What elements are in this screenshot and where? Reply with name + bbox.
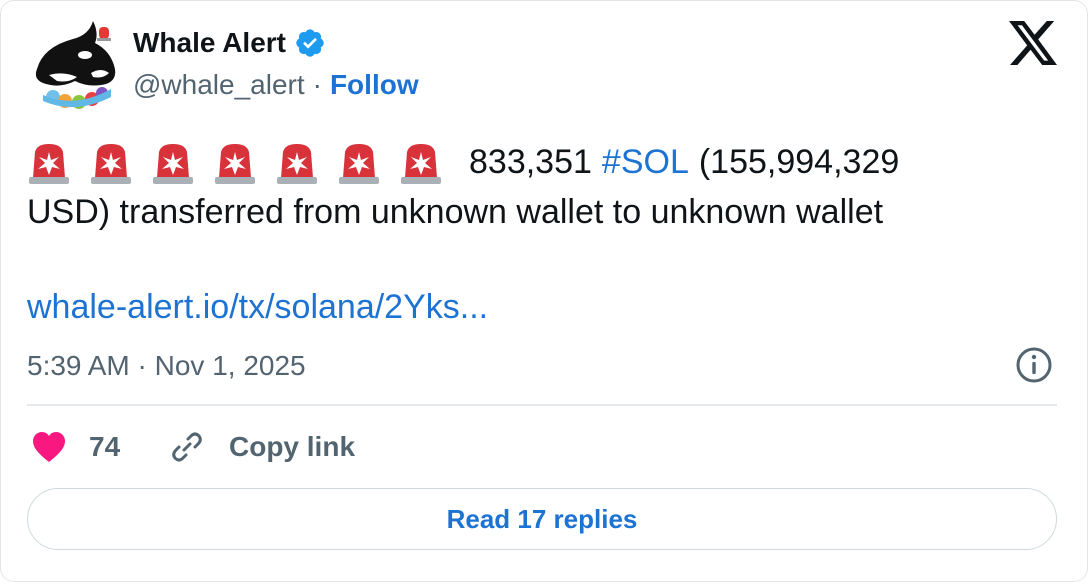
follow-button[interactable]: Follow (330, 69, 419, 101)
divider (27, 404, 1057, 406)
link-icon (172, 432, 202, 462)
hashtag-sol[interactable]: #SOL (602, 137, 689, 187)
like-count: 74 (89, 431, 121, 462)
tweet-text-line-1: 833,351 #SOL (155,994,329 (27, 137, 1057, 187)
transaction-link[interactable]: whale-alert.io/tx/solana/2Yks... (27, 283, 488, 331)
whale-alert-avatar[interactable] (29, 17, 121, 109)
read-replies-button[interactable]: Read 17 replies (27, 488, 1057, 550)
police-car-light-icon (153, 144, 193, 184)
police-car-light-icon (29, 144, 69, 184)
police-car-light-icon (277, 144, 317, 184)
author-name-row: Whale Alert (133, 25, 326, 61)
date-separator: · (137, 350, 147, 381)
tweet-timestamp[interactable]: 5:39 AM · Nov 1, 2025 (27, 346, 306, 386)
verified-badge-icon (296, 29, 324, 57)
x-logo-icon[interactable] (1009, 21, 1057, 65)
tweet-date: Nov 1, 2025 (154, 350, 306, 381)
police-car-light-icon (401, 144, 441, 184)
tweet-time: 5:39 AM (27, 350, 130, 381)
author-display-name[interactable]: Whale Alert (133, 27, 286, 59)
usd-value-start: (155,994,329 (698, 143, 900, 181)
author-handle-row: @whale_alert · Follow (133, 67, 419, 103)
copy-link-label: Copy link (229, 431, 356, 462)
tweet-text-line-2: USD) transferred from unknown wallet to … (27, 193, 884, 231)
tweet-text: 833,351 #SOL (155,994,329 USD) transferr… (27, 137, 1057, 237)
police-car-light-icon (339, 144, 379, 184)
copy-link-button[interactable]: Copy link (169, 427, 355, 467)
author-handle[interactable]: @whale_alert (133, 69, 305, 101)
tweet-embed-card: Whale Alert @whale_alert · Follow 833,35… (0, 0, 1088, 582)
heart-icon (33, 432, 65, 462)
handle-separator: · (312, 69, 322, 100)
police-car-light-icon (215, 144, 255, 184)
info-icon[interactable] (1015, 346, 1053, 384)
transfer-amount: 833,351 (469, 143, 592, 181)
like-button[interactable]: 74 (31, 427, 120, 467)
police-car-light-icon (91, 144, 131, 184)
